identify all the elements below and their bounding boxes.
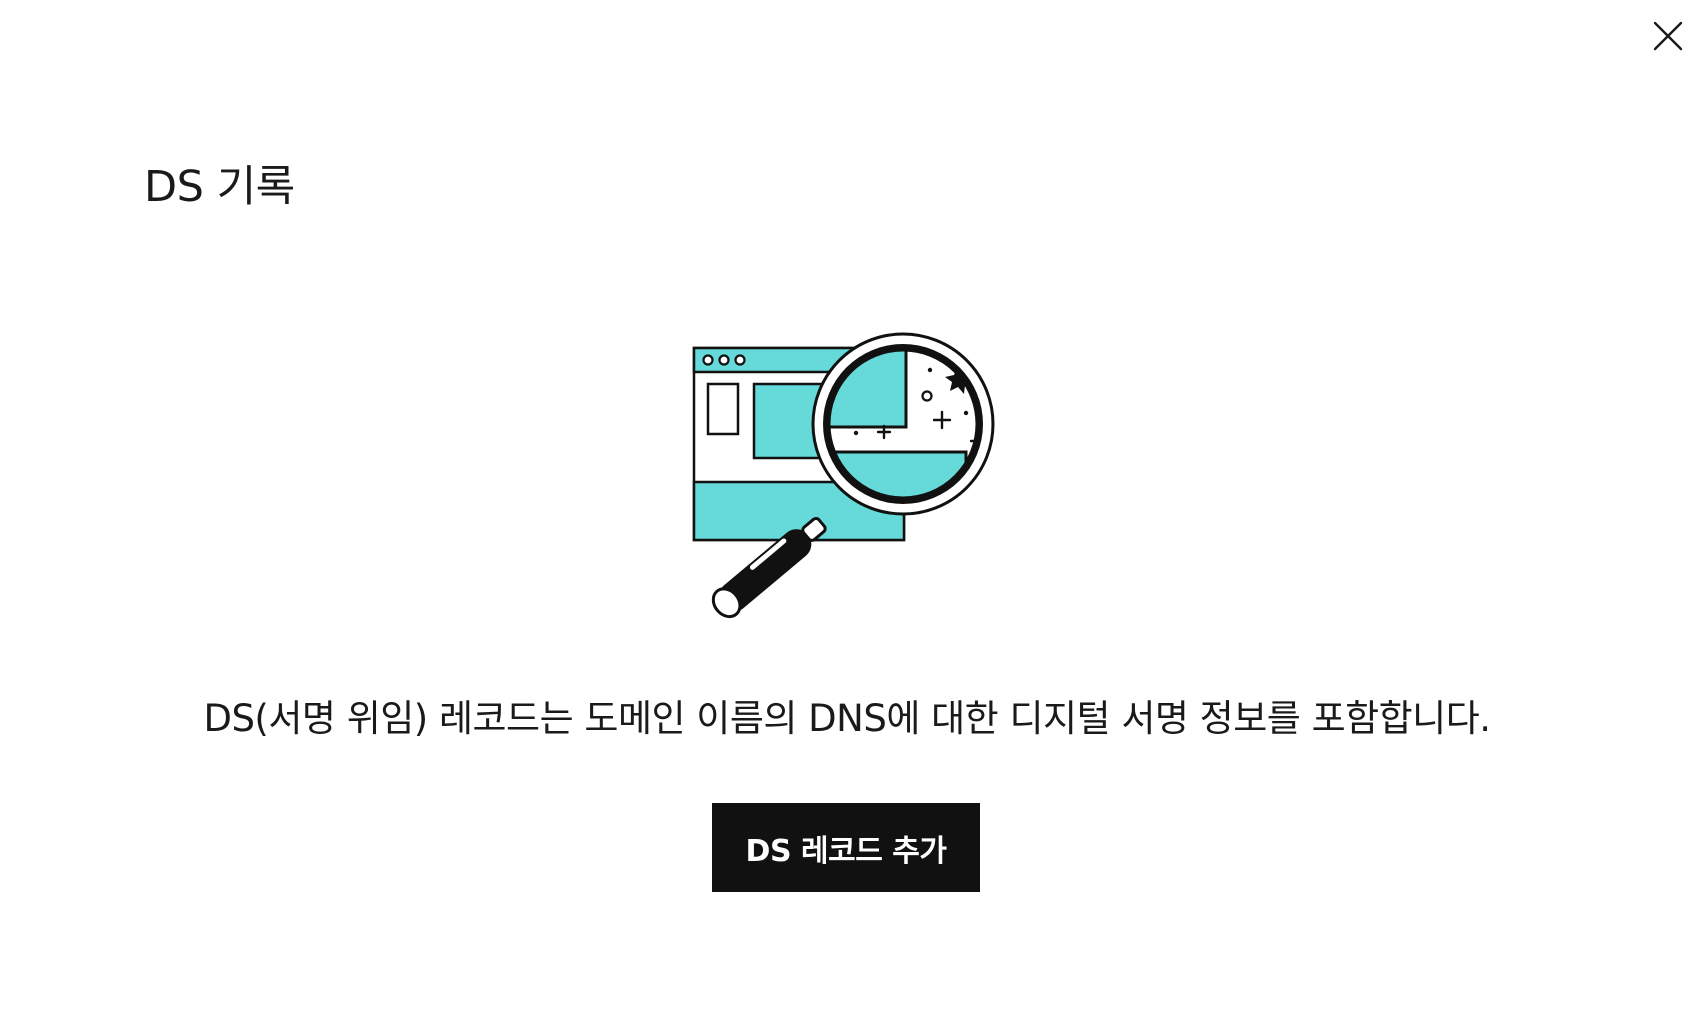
magnifying-glass-illustration-icon (692, 332, 995, 619)
description-text: DS(서명 위임) 레코드는 도메인 이름의 DNS에 대한 디지털 서명 정보… (203, 697, 1491, 740)
close-icon (1653, 21, 1683, 51)
add-ds-record-button[interactable]: DS 레코드 추가 (712, 803, 980, 892)
page-title: DS 기록 (144, 162, 295, 212)
close-button[interactable] (1648, 16, 1688, 56)
